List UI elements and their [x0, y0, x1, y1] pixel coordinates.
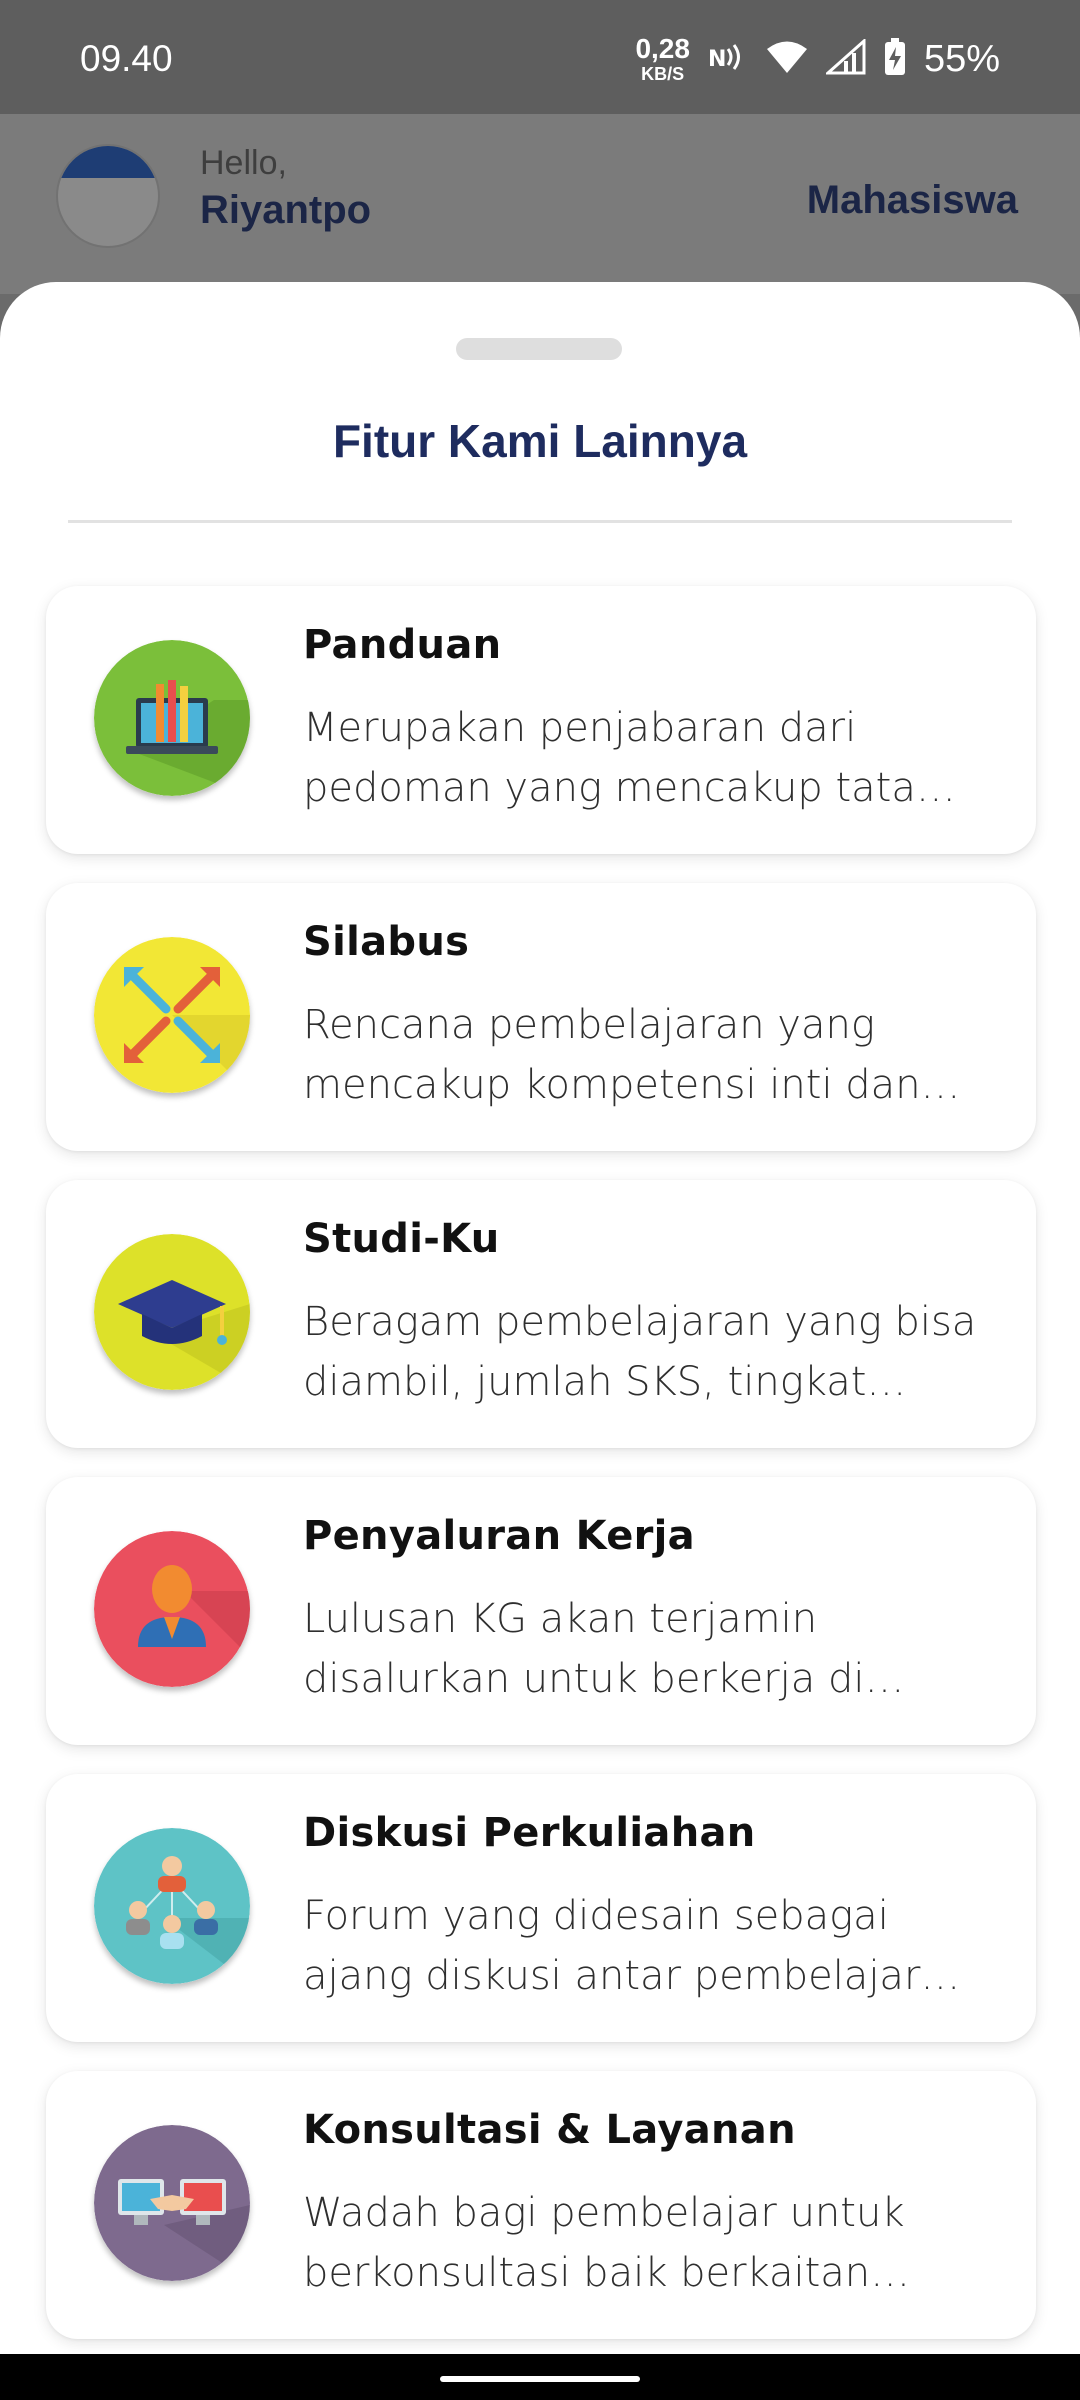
feature-title: Studi-Ku — [303, 1216, 500, 1262]
feature-description: Merupakan penjabaran dari pedoman yang m… — [303, 705, 916, 811]
nfc-icon: N — [708, 40, 748, 78]
consultation-handshake-icon — [94, 2125, 250, 2281]
user-name: Riyantpo — [200, 188, 372, 232]
job-person-icon — [94, 1531, 250, 1687]
discussion-group-icon — [94, 1828, 250, 1984]
battery-charging-icon — [884, 38, 906, 80]
network-speed-value: 0,28 — [635, 33, 690, 64]
system-nav-bar — [0, 2354, 1080, 2400]
network-speed: 0,28 KB/S — [635, 33, 690, 84]
avatar[interactable] — [56, 144, 160, 248]
features-bottom-sheet: Fitur Kami Lainnya Panduan Merupakan pen… — [0, 282, 1080, 2354]
battery-percent: 55% — [923, 37, 1000, 80]
feature-card-konsultasi-layanan[interactable]: Konsultasi & Layanan Wadah bagi pembelaj… — [46, 2071, 1036, 2339]
feature-card-silabus[interactable]: Silabus Rencana pembelajaran yang mencak… — [46, 883, 1036, 1151]
feature-description: Lulusan KG akan terjamin disalurkan untu… — [303, 1596, 865, 1702]
syllabus-arrows-icon — [94, 937, 250, 1093]
feature-title: Konsultasi & Layanan — [303, 2107, 796, 2153]
status-bar: 09.40 0,28 KB/S N 55% — [0, 0, 1080, 114]
feature-card-studi-ku[interactable]: Studi-Ku Beragam pembelajaran yang bisa … — [46, 1180, 1036, 1448]
feature-title: Penyaluran Kerja — [303, 1513, 695, 1559]
guide-laptop-icon — [94, 640, 250, 796]
graduation-cap-icon — [94, 1234, 250, 1390]
feature-card-diskusi-perkuliahan[interactable]: Diskusi Perkuliahan Forum yang didesain … — [46, 1774, 1036, 2042]
feature-card-panduan[interactable]: Panduan Merupakan penjabaran dari pedoma… — [46, 586, 1036, 854]
sheet-title: Fitur Kami Lainnya — [332, 415, 748, 467]
feature-description: Wadah bagi pembelajar untuk berkonsultas… — [303, 2190, 905, 2296]
status-icons: 0,28 KB/S N 55% — [635, 34, 1000, 84]
home-indicator[interactable] — [440, 2376, 640, 2382]
feature-title: Panduan — [303, 622, 502, 668]
feature-description: Beragam pembelajaran yang bisa diambil, … — [303, 1299, 977, 1405]
svg-text:N: N — [708, 47, 726, 72]
greeting-text: Hello, — [200, 144, 287, 182]
app-header: Hello, Riyantpo Mahasiswa — [0, 114, 1080, 294]
feature-list: Panduan Merupakan penjabaran dari pedoma… — [46, 586, 1036, 2368]
feature-description: Rencana pembelajaran yang mencakup kompe… — [303, 1002, 921, 1108]
feature-card-penyaluran-kerja[interactable]: Penyaluran Kerja Lulusan KG akan terjami… — [46, 1477, 1036, 1745]
user-role: Mahasiswa — [806, 178, 1018, 222]
network-speed-unit: KB/S — [641, 64, 685, 84]
sheet-drag-handle[interactable] — [456, 338, 622, 360]
feature-title: Silabus — [303, 919, 470, 965]
feature-description: Forum yang didesain sebagai ajang diskus… — [303, 1893, 921, 1999]
wifi-icon — [766, 40, 808, 78]
status-time: 09.40 — [80, 38, 173, 79]
divider — [68, 520, 1012, 523]
feature-title: Diskusi Perkuliahan — [303, 1810, 756, 1856]
signal-icon — [823, 37, 866, 79]
